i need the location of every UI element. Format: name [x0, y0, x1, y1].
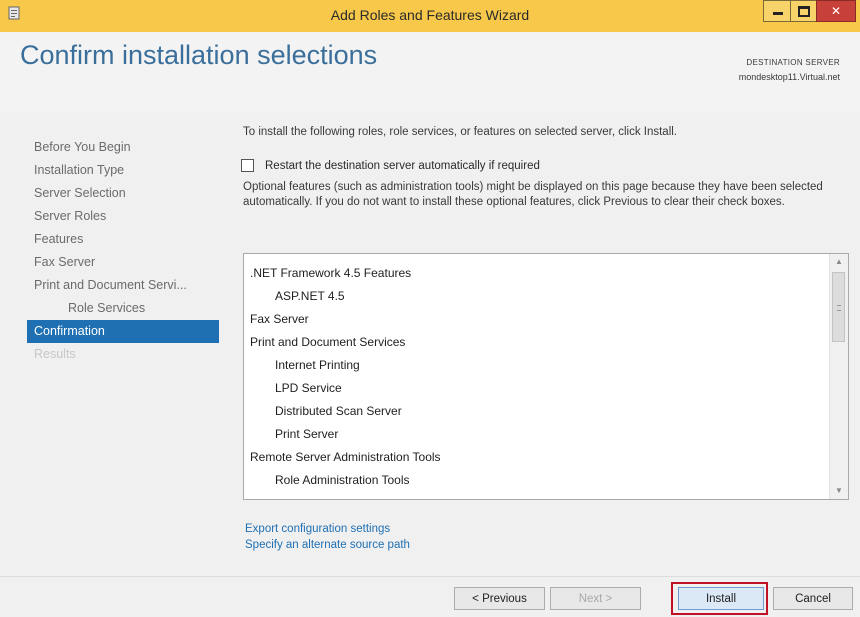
scroll-down-icon[interactable]: ▼	[830, 483, 848, 499]
scroll-thumb[interactable]	[832, 272, 845, 342]
nav-item-role-services[interactable]: Role Services	[27, 297, 219, 320]
install-button[interactable]: Install	[678, 587, 764, 610]
restart-checkbox[interactable]	[241, 159, 254, 172]
list-item: .NET Framework 4.5 Features	[250, 266, 412, 280]
nav-item-before-you-begin[interactable]: Before You Begin	[27, 136, 219, 159]
export-configuration-link[interactable]: Export configuration settings	[245, 523, 390, 535]
nav-item-fax-server[interactable]: Fax Server	[27, 251, 219, 274]
close-icon: ✕	[830, 4, 842, 18]
list-item: LPD Service	[275, 381, 342, 395]
restart-option[interactable]: Restart the destination server automatic…	[241, 159, 540, 172]
alternate-source-path-link[interactable]: Specify an alternate source path	[245, 539, 410, 551]
list-item: Print and Document Services	[250, 335, 406, 349]
nav-item-installation-type[interactable]: Installation Type	[27, 159, 219, 182]
list-item: Internet Printing	[275, 358, 360, 372]
window-title: Add Roles and Features Wizard	[330, 7, 530, 23]
scroll-up-icon[interactable]: ▲	[830, 254, 848, 270]
install-instructions: To install the following roles, role ser…	[243, 126, 677, 138]
title-bar: Add Roles and Features Wizard ✕	[0, 0, 860, 32]
list-item: Distributed Scan Server	[275, 404, 402, 418]
restart-checkbox-label[interactable]: Restart the destination server automatic…	[265, 160, 540, 172]
footer-divider	[0, 576, 860, 577]
close-button[interactable]: ✕	[816, 0, 856, 22]
wizard-steps-nav: Before You Begin Installation Type Serve…	[27, 136, 219, 366]
list-item: Remote Server Administration Tools	[250, 450, 441, 464]
list-item: Print Server	[275, 427, 339, 441]
destination-server-value: mondesktop11.Virtual.net	[738, 72, 840, 82]
nav-item-server-selection[interactable]: Server Selection	[27, 182, 219, 205]
list-item: Role Administration Tools	[275, 473, 410, 487]
nav-item-features[interactable]: Features	[27, 228, 219, 251]
selections-list[interactable]: .NET Framework 4.5 Features ASP.NET 4.5 …	[243, 253, 849, 500]
nav-item-results: Results	[34, 347, 76, 361]
list-item: ASP.NET 4.5	[275, 289, 345, 303]
nav-item-confirmation[interactable]: Confirmation	[27, 320, 219, 343]
selections-scrollbar[interactable]: ▲ ▼	[829, 254, 848, 499]
next-button[interactable]: Next >	[550, 587, 641, 610]
maximize-icon	[798, 5, 810, 17]
destination-server-label: DESTINATION SERVER	[746, 58, 840, 67]
optional-features-note: Optional features (such as administratio…	[243, 181, 823, 208]
maximize-button[interactable]	[790, 0, 817, 22]
list-item: Fax Server	[250, 312, 309, 326]
minimize-button[interactable]	[763, 0, 791, 22]
nav-item-print-document-services[interactable]: Print and Document Servi...	[27, 274, 219, 297]
previous-button[interactable]: < Previous	[454, 587, 545, 610]
cancel-button[interactable]: Cancel	[773, 587, 853, 610]
minimize-icon	[772, 11, 783, 15]
selections-list-items: .NET Framework 4.5 Features ASP.NET 4.5 …	[250, 264, 820, 494]
page-title: Confirm installation selections	[20, 40, 378, 70]
nav-item-server-roles[interactable]: Server Roles	[27, 205, 219, 228]
grip-icon	[837, 305, 841, 311]
